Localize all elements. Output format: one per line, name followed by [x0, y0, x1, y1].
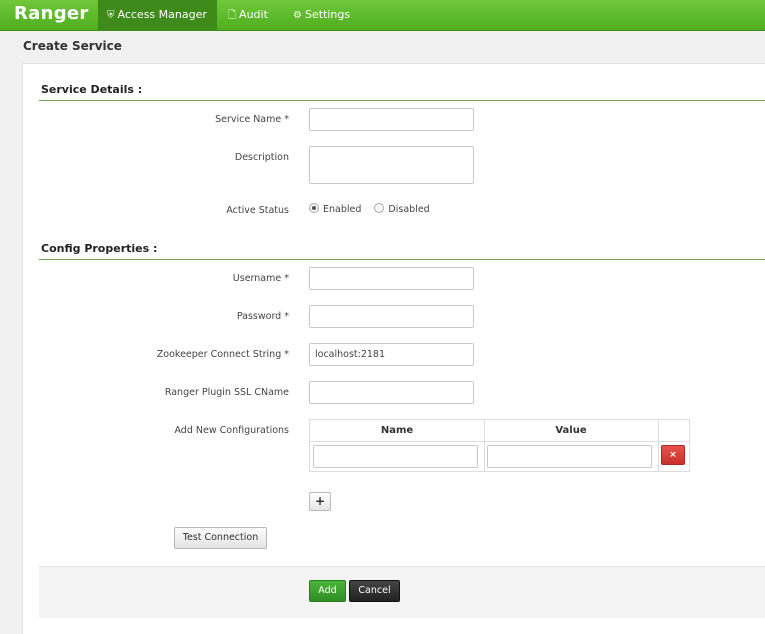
ssl-cname-input[interactable]	[309, 381, 474, 404]
nav-audit-label: Audit	[239, 8, 268, 21]
page-title: Create Service	[23, 39, 122, 53]
section-divider	[39, 100, 765, 101]
add-config-row-button[interactable]: +	[309, 492, 331, 511]
password-input[interactable]	[309, 305, 474, 328]
service-name-label: Service Name *	[215, 114, 289, 125]
cancel-button[interactable]: Cancel	[349, 580, 400, 602]
active-status-label: Active Status	[226, 205, 289, 216]
password-label: Password *	[236, 311, 289, 322]
shield-icon: ⛨	[107, 10, 115, 21]
test-connection-button[interactable]: Test Connection	[174, 527, 267, 549]
config-properties-heading: Config Properties :	[41, 242, 158, 255]
top-navbar: Ranger ⛨ Access Manager 🗋 Audit ⚙ Settings	[0, 0, 765, 31]
zookeeper-input[interactable]	[309, 343, 474, 366]
add-button[interactable]: Add	[309, 580, 346, 602]
nav-settings[interactable]: ⚙ Settings	[284, 0, 360, 30]
nav-settings-label: Settings	[304, 8, 351, 21]
radio-unselected-icon	[374, 203, 385, 213]
document-icon: 🗋	[228, 10, 237, 21]
zookeeper-label: Zookeeper Connect String *	[156, 349, 289, 360]
column-divider	[658, 420, 659, 471]
config-table: Name Value ×	[309, 419, 690, 472]
section-divider	[39, 259, 765, 260]
username-input[interactable]	[309, 267, 474, 290]
brand-logo[interactable]: Ranger	[14, 3, 89, 24]
config-value-input[interactable]	[487, 445, 652, 468]
status-enabled-label: Enabled	[323, 204, 362, 215]
radio-selected-icon	[309, 203, 319, 213]
delete-row-button[interactable]: ×	[661, 445, 685, 465]
column-header-action	[658, 420, 689, 442]
nav-access-manager-label: Access Manager	[117, 8, 207, 21]
status-enabled-radio[interactable]: Enabled	[309, 203, 361, 215]
service-name-input[interactable]	[309, 108, 474, 131]
service-details-heading: Service Details :	[41, 83, 143, 96]
close-icon: ×	[669, 450, 677, 460]
description-textarea[interactable]	[309, 146, 474, 184]
add-new-config-label: Add New Configurations	[174, 425, 289, 436]
config-name-input[interactable]	[313, 445, 478, 468]
description-label: Description	[234, 152, 289, 163]
column-header-value: Value	[484, 420, 658, 442]
column-divider	[484, 420, 485, 471]
nav-audit[interactable]: 🗋 Audit	[219, 0, 277, 30]
nav-access-manager[interactable]: ⛨ Access Manager	[98, 0, 217, 30]
username-label: Username *	[232, 273, 289, 284]
gear-icon: ⚙	[293, 10, 302, 21]
column-header-name: Name	[310, 420, 484, 442]
plus-icon: +	[314, 494, 326, 508]
status-disabled-radio[interactable]: Disabled	[374, 203, 430, 215]
status-disabled-label: Disabled	[388, 204, 430, 215]
ssl-cname-label: Ranger Plugin SSL CName	[164, 387, 289, 398]
form-actions-bar	[39, 566, 765, 618]
active-status-radio-group: Enabled Disabled	[309, 203, 440, 215]
